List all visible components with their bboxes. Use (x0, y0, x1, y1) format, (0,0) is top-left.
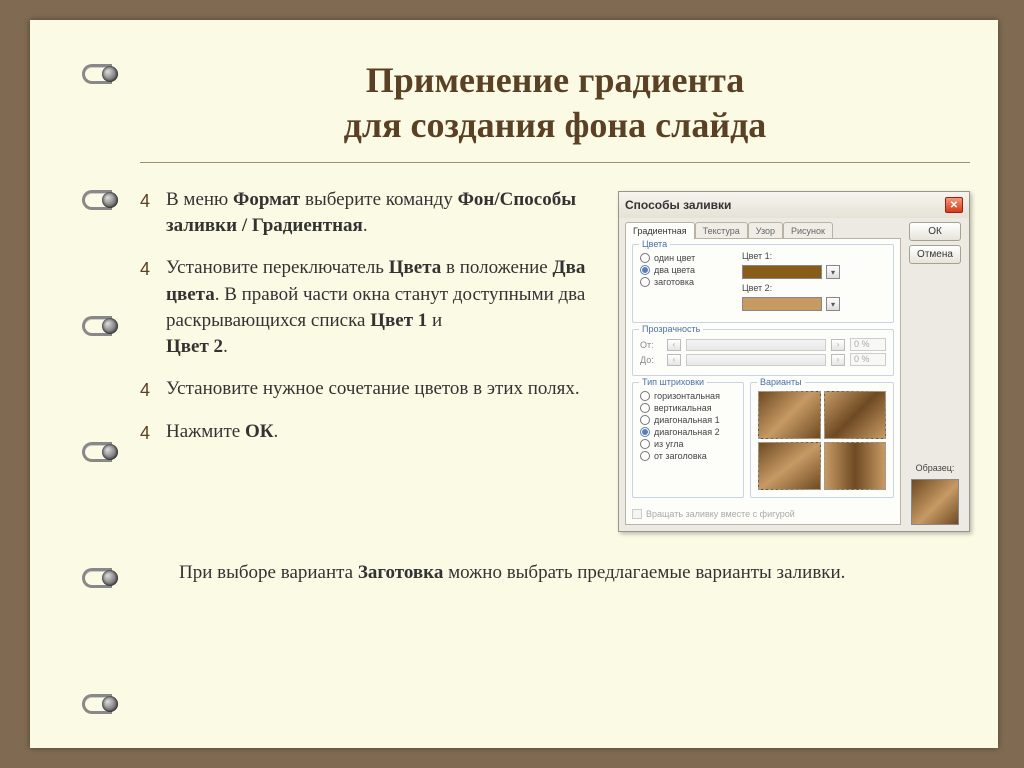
bullet-3: Установите нужное сочетание цветов в эти… (140, 376, 600, 402)
slide-title: Применение градиента для создания фона с… (140, 50, 970, 162)
spin-left[interactable]: ‹ (667, 354, 681, 366)
group-colors: Цвета один цвет два цвета заготовка (632, 244, 894, 323)
variant-4[interactable] (824, 442, 887, 490)
radio-vertical[interactable]: вертикальная (640, 403, 736, 413)
fill-effects-dialog: Способы заливки ✕ Градиентная Текстура У… (618, 191, 970, 532)
group-transparency: Прозрачность От: ‹ › 0 % (632, 329, 894, 376)
tab-pattern[interactable]: Узор (748, 222, 783, 239)
variant-3[interactable] (758, 442, 821, 490)
radio-diag2[interactable]: диагональная 2 (640, 427, 736, 437)
color1-dropdown[interactable]: ▾ (826, 265, 840, 279)
close-button[interactable]: ✕ (945, 197, 963, 213)
spin-right[interactable]: › (831, 354, 845, 366)
checkbox-icon (632, 509, 642, 519)
color2-dropdown[interactable]: ▾ (826, 297, 840, 311)
bullet-4: Нажмите ОК. (140, 419, 600, 445)
radio-from-title[interactable]: от заголовка (640, 451, 736, 461)
sample-label: Образец: (916, 463, 955, 473)
spin-left[interactable]: ‹ (667, 339, 681, 351)
bullet-1: В меню Формат выберите команду Фон/Спосо… (140, 187, 600, 239)
radio-two-colors[interactable]: два цвета (640, 265, 730, 275)
tab-texture[interactable]: Текстура (695, 222, 748, 239)
variant-2[interactable] (824, 391, 887, 439)
spin-right[interactable]: › (831, 339, 845, 351)
title-divider (140, 162, 970, 163)
dialog-titlebar[interactable]: Способы заливки ✕ (619, 192, 969, 218)
radio-one-color[interactable]: один цвет (640, 253, 730, 263)
color1-swatch[interactable] (742, 265, 822, 279)
chevron-down-icon: ▾ (831, 300, 835, 309)
cancel-button[interactable]: Отмена (909, 245, 961, 264)
tab-picture[interactable]: Рисунок (783, 222, 833, 239)
group-shading: Тип штриховки горизонтальная вертикальна… (632, 382, 744, 498)
transparency-to-value[interactable]: 0 % (850, 353, 886, 366)
chevron-down-icon: ▾ (831, 268, 835, 277)
close-icon: ✕ (950, 200, 958, 211)
transparency-from-value[interactable]: 0 % (850, 338, 886, 351)
radio-preset[interactable]: заготовка (640, 277, 730, 287)
tab-gradient[interactable]: Градиентная (625, 222, 695, 239)
radio-horizontal[interactable]: горизонтальная (640, 391, 736, 401)
group-variants: Варианты (750, 382, 894, 498)
variant-1[interactable] (758, 391, 821, 439)
body-text: В меню Формат выберите команду Фон/Спосо… (140, 187, 600, 532)
radio-diag1[interactable]: диагональная 1 (640, 415, 736, 425)
bullet-2: Установите переключатель Цвета в положен… (140, 255, 600, 360)
color2-swatch[interactable] (742, 297, 822, 311)
binder-rings (82, 54, 122, 722)
radio-from-corner[interactable]: из угла (640, 439, 736, 449)
rotate-with-shape: Вращать заливку вместе с фигурой (632, 504, 894, 519)
transparency-to-slider[interactable] (686, 354, 826, 366)
transparency-from-slider[interactable] (686, 339, 826, 351)
ok-button[interactable]: ОК (909, 222, 961, 241)
footer-paragraph: При выборе варианта Заготовка можно выбр… (160, 560, 970, 586)
slide-page: Применение градиента для создания фона с… (30, 20, 998, 748)
dialog-tabs: Градиентная Текстура Узор Рисунок (625, 222, 901, 239)
sample-preview (911, 479, 959, 525)
dialog-title-text: Способы заливки (625, 198, 731, 212)
